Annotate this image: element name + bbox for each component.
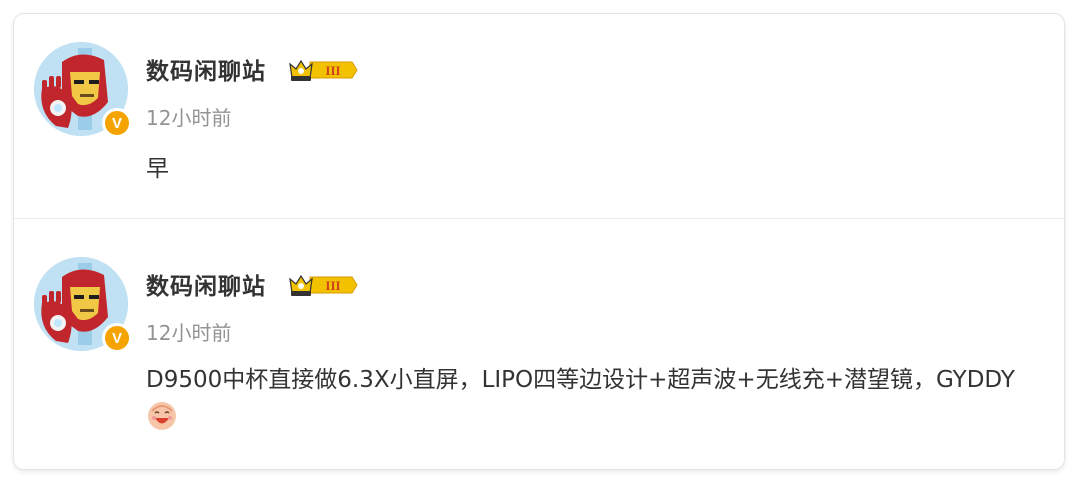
post-item[interactable]: V 数码闲聊站 III 12小时前 D9500中杯直接做6.3X小直屏，LIPO…: [14, 219, 1064, 469]
post-content: D9500中杯直接做6.3X小直屏，LIPO四等边设计+超声波+无线充+潜望镜，…: [146, 361, 1046, 437]
username[interactable]: 数码闲聊站: [146, 267, 266, 301]
post-content-text: D9500中杯直接做6.3X小直屏，LIPO四等边设计+超声波+无线充+潜望镜，…: [146, 367, 1015, 393]
crown-level-badge-icon[interactable]: III: [288, 56, 358, 84]
verified-badge-icon: V: [102, 108, 132, 138]
crown-level-badge-icon[interactable]: III: [288, 271, 358, 299]
verified-badge-icon: V: [102, 323, 132, 353]
post-item[interactable]: V 数码闲聊站 III 12小时前 早: [14, 14, 1064, 218]
badge-level-text: III: [325, 63, 340, 78]
laughing-face-emoji-icon: [148, 402, 176, 430]
feed-card: V 数码闲聊站 III 12小时前 早 V 数码闲聊站 III 12小时前 D9…: [14, 14, 1064, 469]
badge-level-text: III: [325, 278, 340, 293]
username[interactable]: 数码闲聊站: [146, 52, 266, 86]
post-content: 早: [146, 156, 169, 182]
post-time[interactable]: 12小时前: [146, 317, 231, 346]
avatar[interactable]: V: [34, 257, 132, 353]
post-time[interactable]: 12小时前: [146, 102, 231, 131]
avatar[interactable]: V: [34, 42, 132, 138]
